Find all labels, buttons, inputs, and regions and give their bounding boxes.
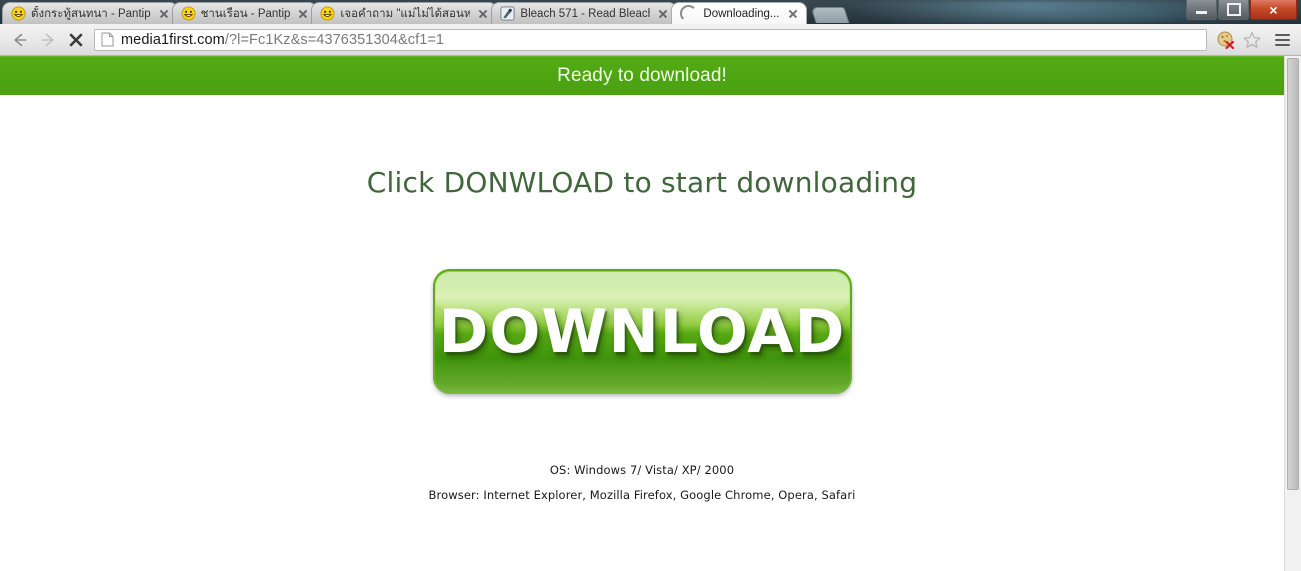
back-arrow-icon	[14, 33, 27, 46]
back-button[interactable]	[6, 26, 34, 54]
minimize-icon	[1196, 10, 1207, 14]
tab-title: ชานเรือน - Pantip	[200, 7, 291, 20]
download-button[interactable]: DOWNLOAD	[432, 269, 852, 394]
toolbar-right-group	[1213, 27, 1295, 53]
tab-title: Bleach 571 - Read Bleach 5	[520, 7, 651, 20]
close-icon: ×	[1269, 1, 1278, 18]
browser-tab-1[interactable]: ตั้งกระทู้สนทนา - Pantip	[2, 2, 178, 24]
smiley-icon	[11, 6, 26, 21]
forward-arrow-icon	[41, 33, 54, 46]
download-button-label: DOWNLOAD	[438, 296, 846, 367]
browser-tab-5-active[interactable]: Downloading...	[671, 2, 807, 24]
browser-tab-4[interactable]: Bleach 571 - Read Bleach 5	[491, 2, 678, 24]
smiley-icon	[181, 6, 196, 21]
bookmark-star-button[interactable]	[1239, 27, 1265, 53]
window-controls: ×	[1185, 0, 1297, 21]
maximize-button[interactable]	[1218, 0, 1249, 20]
cookie-blocked-icon	[1217, 31, 1235, 49]
status-banner: Ready to download!	[0, 56, 1284, 95]
browser-tab-2[interactable]: ชานเรือน - Pantip	[171, 2, 318, 24]
tab-close-icon[interactable]	[296, 7, 310, 21]
requirements-footer: OS: Windows 7/ Vista/ XP/ 2000 Browser: …	[0, 458, 1284, 508]
star-icon	[1243, 31, 1261, 48]
stop-x-icon	[69, 33, 83, 46]
cookie-blocked-button[interactable]	[1213, 27, 1239, 53]
smiley-icon	[320, 6, 335, 21]
tab-title: ตั้งกระทู้สนทนา - Pantip	[31, 7, 151, 20]
manga-icon	[500, 6, 515, 21]
menu-bar-3	[1274, 43, 1290, 46]
tab-title: Downloading...	[703, 7, 780, 20]
banner-text: Ready to download!	[557, 65, 727, 86]
footer-line-browser: Browser: Internet Explorer, Mozilla Fire…	[428, 488, 856, 502]
menu-bar-1	[1274, 33, 1290, 36]
tab-close-icon[interactable]	[656, 7, 670, 21]
browser-menu-button[interactable]	[1269, 27, 1295, 53]
download-button-wrap: DOWNLOAD	[0, 269, 1284, 394]
tab-close-icon[interactable]	[786, 7, 800, 21]
page-headline: Click DONWLOAD to start downloading	[366, 166, 918, 199]
url-query: /?l=Fc1Kz&s=4376351304&cf1=1	[224, 31, 445, 48]
url-text: media1first.com/?l=Fc1Kz&s=4376351304&cf…	[121, 32, 444, 48]
page-document-icon	[101, 32, 114, 47]
browser-toolbar: media1first.com/?l=Fc1Kz&s=4376351304&cf…	[0, 24, 1301, 56]
menu-bar-2	[1274, 38, 1290, 41]
spinner-icon	[680, 5, 698, 22]
tab-title: เจอคำถาม "แม่ไม่ได้สอนหรอ	[340, 7, 471, 20]
minimize-button[interactable]	[1186, 0, 1217, 20]
footer-line-os: OS: Windows 7/ Vista/ XP/ 2000	[549, 463, 735, 477]
tab-close-icon[interactable]	[476, 7, 490, 21]
new-tab-button[interactable]	[809, 7, 850, 23]
maximize-icon	[1226, 3, 1241, 16]
address-bar[interactable]: media1first.com/?l=Fc1Kz&s=4376351304&cf…	[94, 28, 1207, 51]
tab-strip: ตั้งกระทู้สนทนา - Pantip ชานเรือน - Pant…	[0, 0, 1301, 24]
page-viewport: Ready to download! Click DONWLOAD to sta…	[0, 56, 1301, 571]
tab-close-icon[interactable]	[157, 7, 171, 21]
url-host: media1first.com	[121, 31, 225, 48]
page-scrollbar[interactable]	[1284, 56, 1301, 571]
browser-tab-3[interactable]: เจอคำถาม "แม่ไม่ได้สอนหรอ	[311, 2, 498, 24]
scrollbar-thumb[interactable]	[1287, 58, 1299, 490]
stop-button[interactable]	[62, 26, 90, 54]
forward-button[interactable]	[34, 26, 62, 54]
browser-window: ตั้งกระทู้สนทนา - Pantip ชานเรือน - Pant…	[0, 0, 1301, 571]
close-window-button[interactable]: ×	[1250, 0, 1297, 20]
web-page: Ready to download! Click DONWLOAD to sta…	[0, 56, 1284, 571]
